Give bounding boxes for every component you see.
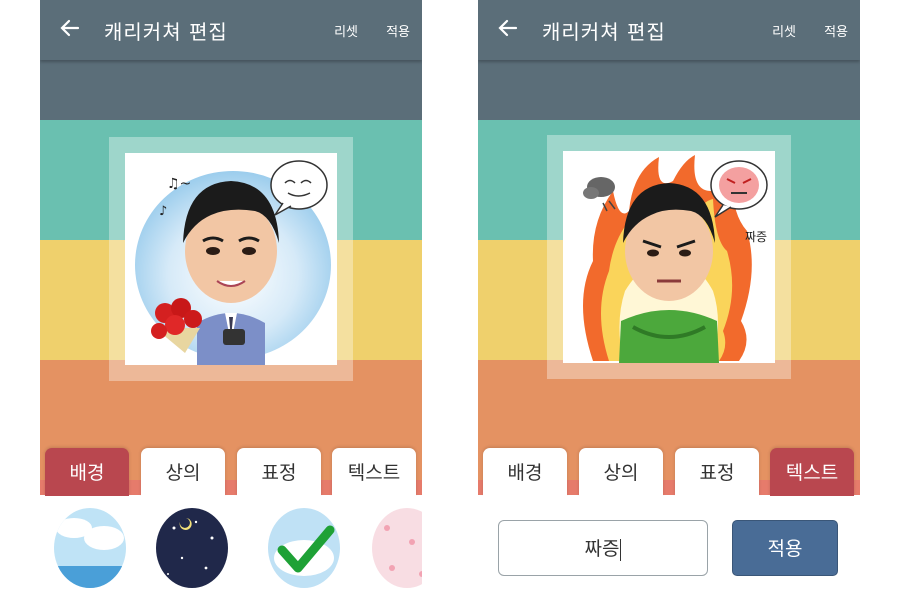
background-thumbnail-sky-sea[interactable] [54, 508, 126, 588]
background-band [40, 60, 422, 120]
background-thumbnail-night-stars[interactable] [156, 508, 228, 588]
page-title: 캐리커쳐 편집 [104, 20, 228, 44]
caricature-canvas[interactable]: ♫~ ♪ [125, 153, 337, 365]
tab-expression[interactable]: 표정 [237, 448, 321, 496]
reset-button[interactable]: 리셋 [772, 21, 796, 40]
tab-background[interactable]: 배경 [45, 448, 129, 496]
app-bar: 캐리커쳐 편집 리셋 적용 [40, 0, 422, 60]
music-note-icon: ♪ [159, 204, 167, 219]
caricature-image: 짜증 [583, 155, 768, 363]
tab-top[interactable]: 상의 [141, 448, 225, 496]
music-note-icon: ♫~ [167, 176, 191, 192]
back-arrow-icon[interactable] [58, 16, 82, 40]
caricature-canvas[interactable]: 짜증 [563, 151, 775, 363]
apply-text-button[interactable]: 적용 [732, 520, 838, 576]
tab-expression[interactable]: 표정 [675, 448, 759, 496]
tab-text[interactable]: 텍스트 [770, 448, 854, 496]
tab-text[interactable]: 텍스트 [332, 448, 416, 496]
left-screen: 캐리커쳐 편집 리셋 적용 ♫~ ♪ 배경 상의 표정 텍스트 [40, 0, 422, 600]
page-title: 캐리커쳐 편집 [542, 20, 666, 44]
back-arrow-icon[interactable] [496, 16, 520, 40]
background-thumbnail-pink-flowers[interactable] [372, 508, 422, 588]
background-picker [40, 496, 422, 600]
caption-text: 짜증 [745, 230, 767, 244]
caricature-image: ♫~ ♪ [135, 160, 331, 365]
tab-background[interactable]: 배경 [483, 448, 567, 496]
background-thumbnail-clouds-selected[interactable] [268, 508, 340, 588]
text-cursor [620, 538, 622, 561]
tab-top[interactable]: 상의 [579, 448, 663, 496]
text-input[interactable]: 짜증 [498, 520, 708, 576]
text-input-value: 짜증 [584, 538, 620, 560]
app-bar: 캐리커쳐 편집 리셋 적용 [478, 0, 860, 60]
right-screen: 캐리커쳐 편집 리셋 적용 짜증 배경 상의 표정 텍스트 짜증 적용 [478, 0, 860, 600]
text-editor-panel: 짜증 적용 [478, 496, 860, 600]
reset-button[interactable]: 리셋 [334, 21, 358, 40]
apply-button[interactable]: 적용 [824, 21, 848, 40]
background-band [478, 60, 860, 120]
camera-icon [223, 329, 245, 345]
apply-button[interactable]: 적용 [386, 21, 410, 40]
